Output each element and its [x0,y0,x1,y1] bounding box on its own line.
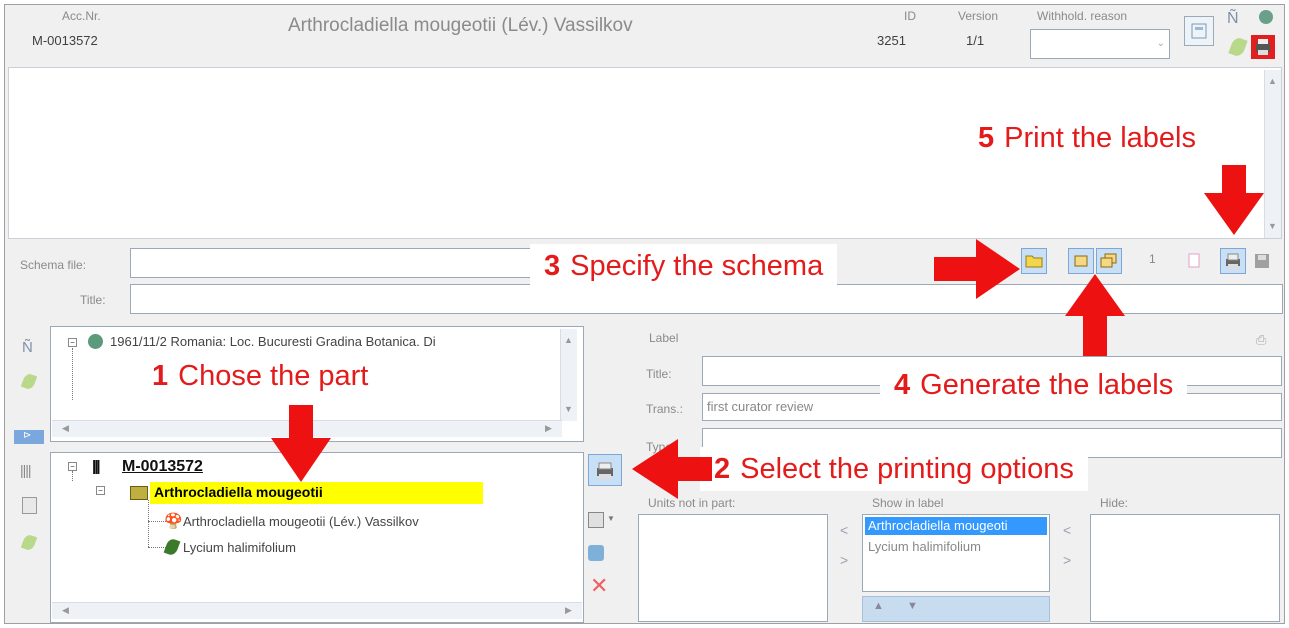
annotation-arrows [271,165,1264,499]
arrow-right-icon [934,239,1020,299]
arrow-down-icon [1204,165,1264,235]
arrow-down-icon [271,405,331,482]
arrow-up-icon [1065,274,1125,356]
arrow-left-icon [632,439,712,499]
